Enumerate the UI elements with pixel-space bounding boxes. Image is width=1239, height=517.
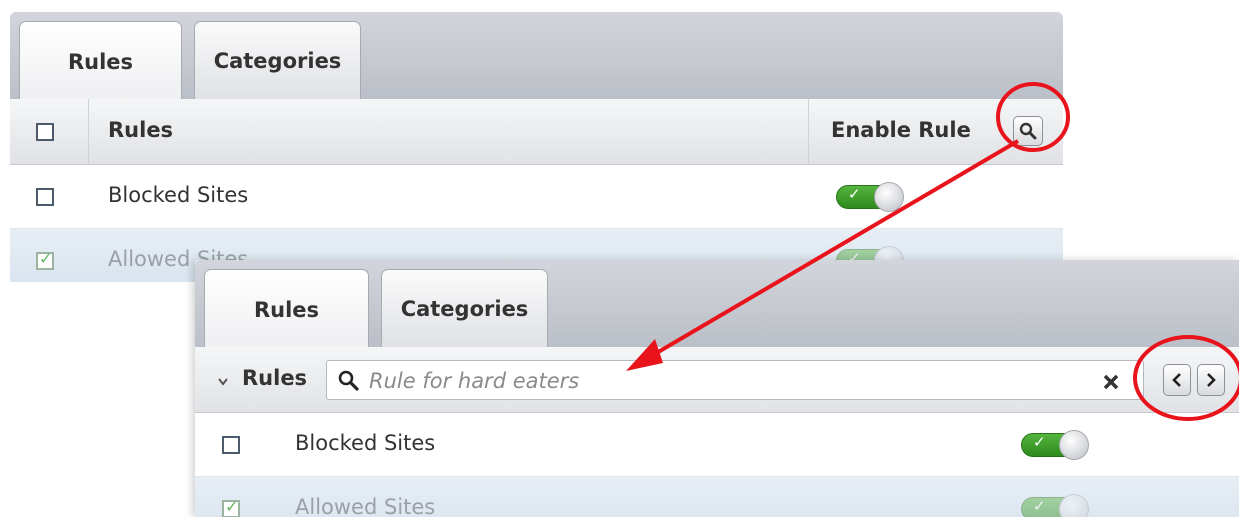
rules-panel-search-mode: Rules Categories Rules Rule for hard eat… xyxy=(195,260,1239,517)
select-all-checkbox[interactable] xyxy=(36,123,54,141)
rule-name: Allowed Sites xyxy=(295,495,436,517)
rules-column-header[interactable]: Rules xyxy=(108,118,173,142)
column-divider xyxy=(88,99,89,164)
row-checkbox[interactable]: ✓ xyxy=(36,249,54,270)
rules-panel-original: Rules Categories Rules Enable Rule Block… xyxy=(10,12,1063,282)
tab-label: Rules xyxy=(253,297,320,322)
tab-bar: Rules Categories xyxy=(195,260,1239,349)
table-row[interactable]: Blocked Sites ✓ xyxy=(195,413,1239,477)
chevron-left-icon xyxy=(1172,373,1181,387)
tab-categories[interactable]: Categories xyxy=(381,269,548,347)
row-checkbox[interactable] xyxy=(36,188,54,206)
enable-toggle[interactable]: ✓ xyxy=(836,182,908,212)
search-icon xyxy=(1019,122,1037,140)
close-icon[interactable] xyxy=(1103,374,1119,390)
row-checkbox[interactable] xyxy=(222,436,240,454)
table-row[interactable]: ✓ Allowed Sites ✓ xyxy=(195,477,1239,517)
rules-search-label: Rules xyxy=(242,366,308,390)
table-header: Rules Enable Rule xyxy=(10,99,1063,165)
row-checkbox[interactable]: ✓ xyxy=(222,497,240,517)
chevron-down-icon[interactable] xyxy=(217,377,229,387)
search-header: Rules xyxy=(195,347,1239,413)
tab-bar: Rules Categories xyxy=(10,12,1063,101)
previous-match-button[interactable] xyxy=(1163,364,1191,396)
search-icon xyxy=(338,370,359,391)
tab-label: Rules xyxy=(67,49,134,74)
rule-search-box[interactable] xyxy=(326,360,1144,400)
column-divider xyxy=(808,99,809,164)
rule-name: Blocked Sites xyxy=(108,183,249,207)
search-input[interactable] xyxy=(367,365,1071,397)
enable-toggle[interactable]: ✓ xyxy=(1021,494,1093,517)
tab-rules[interactable]: Rules xyxy=(19,21,182,101)
next-match-button[interactable] xyxy=(1197,364,1225,396)
tab-rules[interactable]: Rules xyxy=(204,269,369,349)
tab-label: Categories xyxy=(213,48,342,73)
table-row[interactable]: Blocked Sites ✓ xyxy=(10,165,1063,229)
tab-label: Categories xyxy=(400,296,529,321)
enable-rule-column-header[interactable]: Enable Rule xyxy=(831,118,971,142)
tab-categories[interactable]: Categories xyxy=(194,21,361,99)
rule-name: Blocked Sites xyxy=(295,431,436,455)
enable-toggle[interactable]: ✓ xyxy=(1021,430,1093,460)
search-button[interactable] xyxy=(1013,116,1043,146)
chevron-right-icon xyxy=(1207,373,1216,387)
